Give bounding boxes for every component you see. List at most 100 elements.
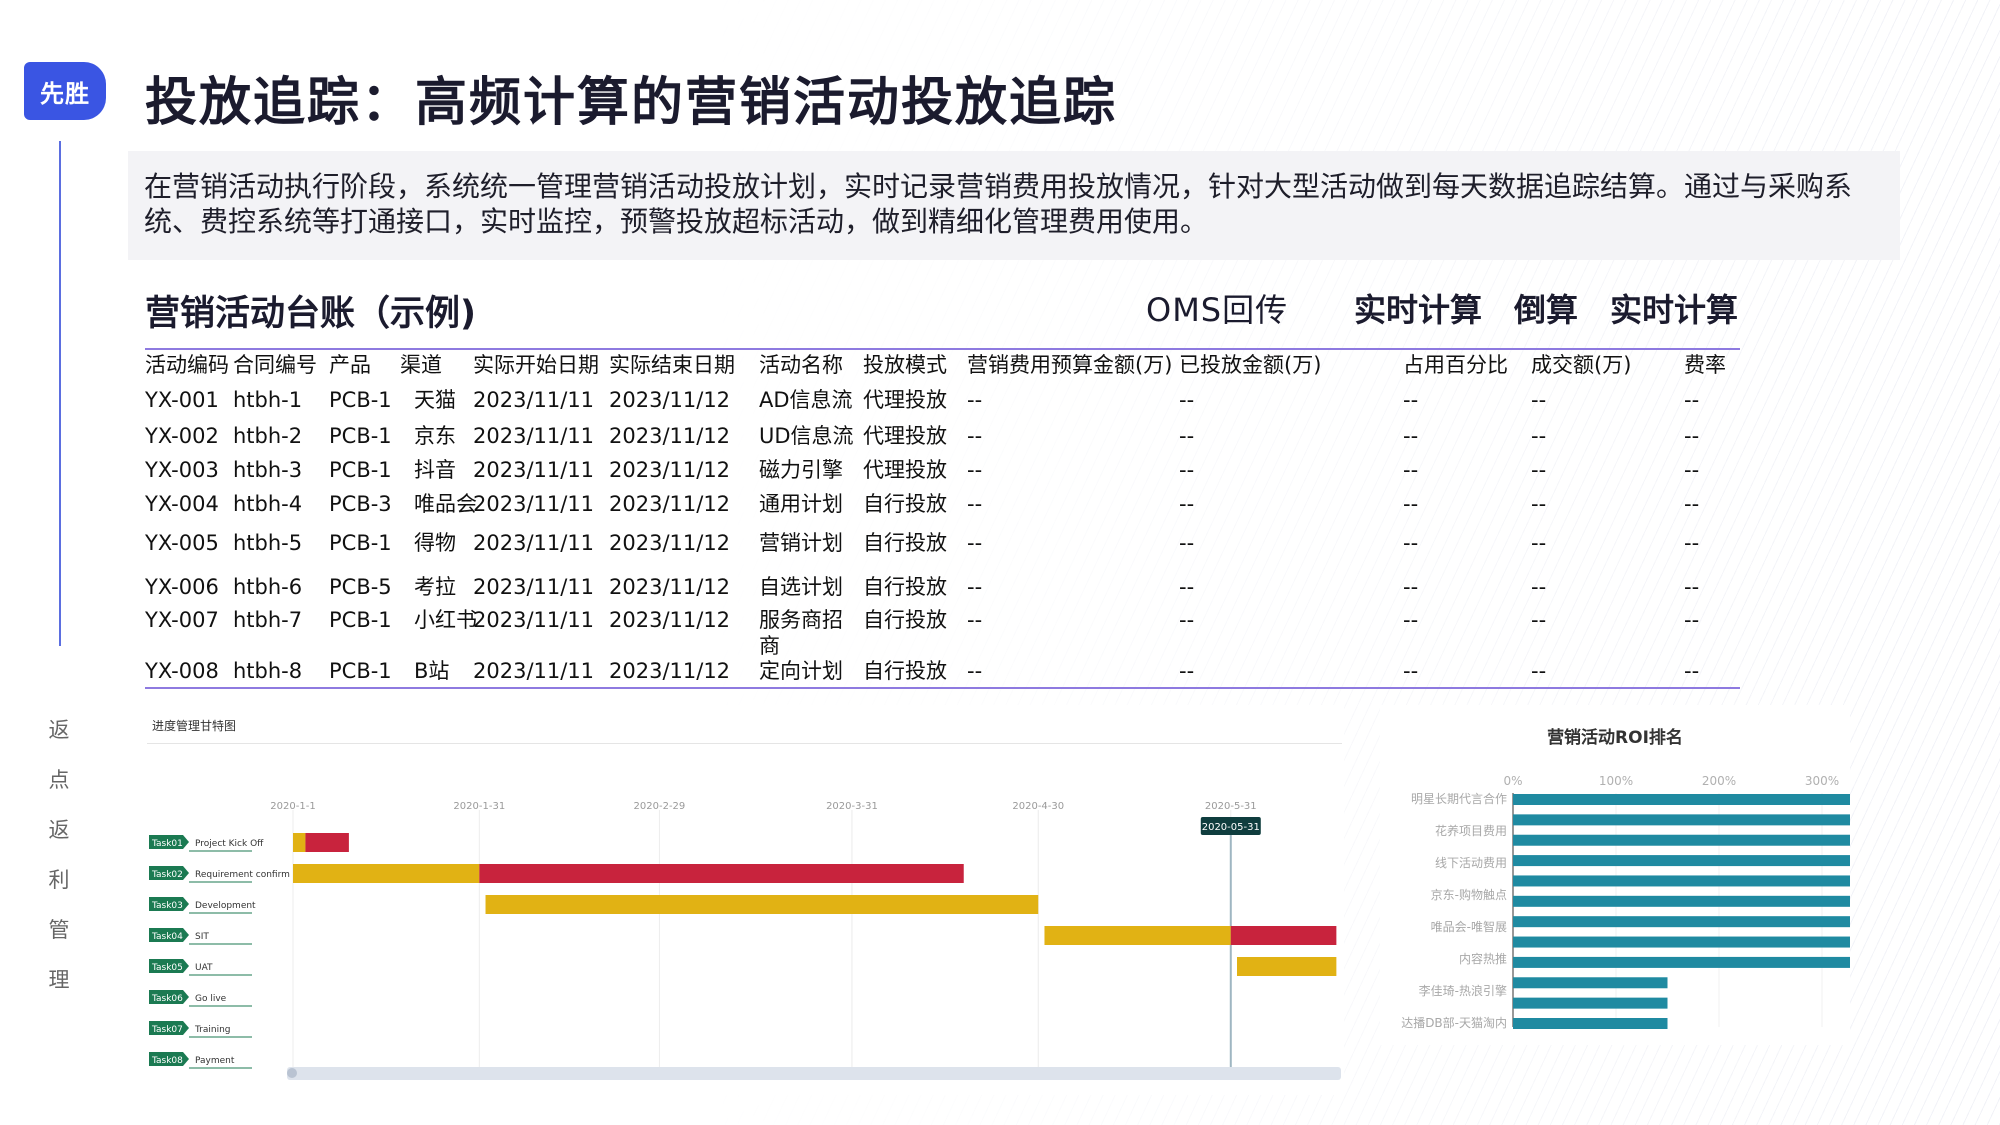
column-header: 合同编号 [233, 353, 317, 377]
table-cell: 自选计划 [759, 575, 843, 599]
gantt-task-id: Task05 [151, 963, 183, 973]
roi-x-tick: 0% [1503, 774, 1522, 788]
table-cell: 通用计划 [759, 492, 843, 516]
table-cell: -- [1179, 608, 1195, 632]
table-cell: 自行投放 [863, 531, 947, 555]
gantt-task-name: UAT [195, 963, 213, 973]
side-menu-char: 利 [48, 868, 70, 892]
gantt-chart: 2020-1-1 2020-1-31 2020-2-29 2020-3-31 2020-… [147, 743, 1342, 1080]
table-cell: -- [1531, 531, 1547, 555]
column-header: 实际开始日期 [473, 353, 599, 377]
gantt-task-id: Task08 [151, 1056, 183, 1066]
table-cell: -- [1403, 608, 1419, 632]
roi-y-tick: 京东-购物触点 [1431, 887, 1507, 902]
table-cell: -- [1531, 458, 1547, 482]
gantt-top-rule [147, 743, 1342, 744]
table-cell: -- [1684, 458, 1700, 482]
table-cell: -- [1684, 531, 1700, 555]
table-cell: 2023/11/11 [473, 608, 595, 632]
table-cell: 代理投放 [863, 424, 947, 448]
table-cell: 2023/11/11 [473, 424, 595, 448]
table-cell: -- [1403, 458, 1419, 482]
roi-x-tick: 200% [1702, 774, 1736, 788]
column-header: 营销费用预算金额(万) [967, 353, 1173, 377]
table-cell: -- [967, 575, 983, 599]
table-cell: 2023/11/11 [473, 659, 595, 683]
table-cell: -- [967, 458, 983, 482]
table-cell: -- [967, 492, 983, 516]
page-title: 投放追踪：高频计算的营销活动投放追踪 [145, 73, 1118, 133]
table-cell: 唯品会 [414, 492, 477, 516]
roi-bar [1513, 1018, 1668, 1029]
table-cell: YX-006 [145, 575, 219, 599]
gantt-task-name: Project Kick Off [195, 839, 264, 849]
table-cell: UD信息流 [759, 424, 854, 448]
section-label-realtime-2: 实时计算 [1610, 291, 1739, 329]
table-cell: -- [1684, 659, 1700, 683]
roi-bar [1513, 936, 1893, 948]
gantt-date-tick: 2020-1-1 [270, 801, 315, 812]
roi-y-tick: 内容热推 [1459, 951, 1507, 966]
roi-x-tick: 300% [1805, 774, 1839, 788]
side-divider [59, 141, 61, 646]
table-cell: -- [1403, 659, 1419, 683]
table-cell: PCB-1 [329, 388, 392, 412]
column-header: 投放模式 [863, 353, 947, 377]
gantt-actual-bar [305, 833, 349, 852]
table-cell: 磁力引擎 [759, 458, 843, 482]
table-cell: 2023/11/12 [609, 424, 731, 448]
table-cell: 2023/11/12 [609, 608, 731, 632]
gantt-scrollbar-handle[interactable] [287, 1068, 297, 1078]
gantt-planned-bar [1044, 926, 1231, 945]
table-cell: 京东 [414, 424, 456, 448]
table-cell: PCB-3 [329, 492, 392, 516]
section-label-oms: OMS回传 [1146, 291, 1289, 329]
table-cell: PCB-1 [329, 659, 392, 683]
table-cell: -- [1179, 388, 1195, 412]
table-cell: -- [967, 531, 983, 555]
table-cell: -- [1684, 388, 1700, 412]
table-cell: -- [1179, 458, 1195, 482]
roi-bar [1513, 916, 1896, 928]
table-cell: htbh-5 [233, 531, 303, 555]
roi-y-tick: 明星长期代言合作 [1411, 791, 1507, 806]
gantt-task-name: Training [194, 1025, 231, 1035]
table-cell: 小红书 [414, 608, 477, 632]
table-cell: -- [1531, 575, 1547, 599]
table-cell: 自行投放 [863, 492, 947, 516]
gantt-actual-bar [479, 864, 964, 883]
table-cell: 2023/11/12 [609, 531, 731, 555]
side-menu: 返点返利管理 [44, 705, 74, 1005]
gantt-planned-bar [485, 895, 1039, 914]
roi-chart-title: 营销活动ROI排名 [1547, 728, 1683, 748]
table-cell: 定向计划 [759, 659, 843, 683]
table-cell: PCB-1 [329, 531, 392, 555]
table-cell: -- [1684, 608, 1700, 632]
table-cell: -- [1403, 531, 1419, 555]
gantt-date-tick: 2020-5-31 [1205, 801, 1257, 812]
roi-chart: 0%100%200%300%400%500%明星长期代言合作花养项目费用线下活动… [1401, 774, 1948, 1030]
table-cell: 得物 [414, 531, 456, 555]
roi-bar [1513, 794, 1948, 805]
table-cell: 2023/11/11 [473, 458, 595, 482]
gantt-scrollbar-track [287, 1067, 1341, 1080]
gantt-actual-bar [1230, 926, 1337, 945]
table-cell: 2023/11/11 [473, 388, 595, 412]
table-cell: YX-008 [145, 659, 219, 683]
gantt-planned-bar [293, 833, 306, 852]
roi-bar [1513, 956, 1884, 968]
table-cell: YX-007 [145, 608, 219, 632]
table-cell: -- [1684, 575, 1700, 599]
table-cell: 代理投放 [863, 388, 947, 412]
table-cell: -- [1531, 659, 1547, 683]
roi-bar [1513, 895, 1897, 907]
table-cell: YX-001 [145, 388, 219, 412]
column-header: 占用百分比 [1403, 353, 1508, 377]
table-cell: -- [967, 424, 983, 448]
side-menu-char: 返 [48, 818, 70, 842]
table-cell: YX-004 [145, 492, 219, 516]
column-header: 渠道 [400, 353, 442, 377]
table-cell: -- [1403, 492, 1419, 516]
gantt-task-id: Task07 [151, 1025, 183, 1035]
table-cell: 2023/11/11 [473, 531, 595, 555]
